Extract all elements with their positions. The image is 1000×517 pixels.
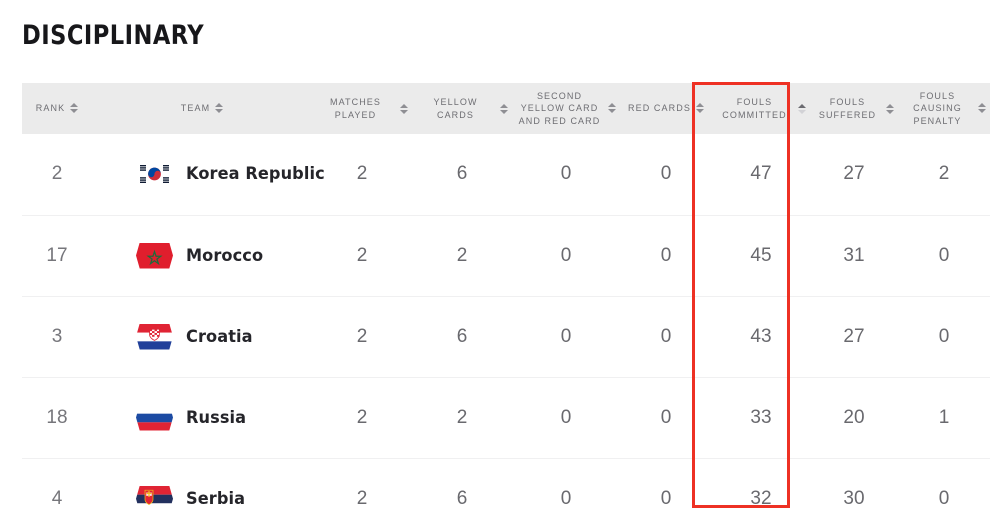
flag-serbia-icon <box>136 486 173 512</box>
column-header-team[interactable]: TEAM <box>92 83 312 134</box>
column-header-second_yellow[interactable]: SECOND YELLOW CARD AND RED CARD <box>512 83 620 134</box>
cell-second_yellow: 0 <box>512 296 620 377</box>
cell-red_cards: 0 <box>620 215 712 296</box>
sort-icon[interactable] <box>500 104 508 114</box>
sort-icon[interactable] <box>886 104 894 114</box>
cell-fouls_committed: 33 <box>712 377 810 458</box>
cell-fouls_penalty: 0 <box>898 458 990 517</box>
table-row[interactable]: 4 Serbia260032300 <box>22 458 990 517</box>
column-header-matches_played[interactable]: MATCHES PLAYED <box>312 83 412 134</box>
table-row[interactable]: 3 Croatia260043270 <box>22 296 990 377</box>
page-title: DISCIPLINARY <box>22 20 204 51</box>
cell-rank: 3 <box>22 296 92 377</box>
disciplinary-table-wrapper: RANK TEAM MATCHES PLAYED YELLOW CARDS SECOND… <box>22 83 990 517</box>
cell-fouls_suffered: 20 <box>810 377 898 458</box>
table-body: 2 Korea Republic26004727217 Morocco22004… <box>22 134 990 517</box>
table-row[interactable]: 18 Russia220033201 <box>22 377 990 458</box>
cell-fouls_committed: 47 <box>712 134 810 215</box>
team-name: Russia <box>186 408 246 428</box>
cell-team[interactable]: Korea Republic <box>92 134 312 215</box>
sort-icon[interactable] <box>978 103 986 113</box>
cell-fouls_suffered: 31 <box>810 215 898 296</box>
cell-yellow_cards: 6 <box>412 296 512 377</box>
cell-team[interactable]: Croatia <box>92 296 312 377</box>
cell-yellow_cards: 6 <box>412 134 512 215</box>
table-header-row: RANK TEAM MATCHES PLAYED YELLOW CARDS SECOND… <box>22 83 990 134</box>
cell-rank: 18 <box>22 377 92 458</box>
cell-fouls_penalty: 2 <box>898 134 990 215</box>
cell-fouls_committed: 43 <box>712 296 810 377</box>
column-header-red_cards[interactable]: RED CARDS <box>620 83 712 134</box>
cell-matches_played: 2 <box>312 377 412 458</box>
team-name: Morocco <box>186 246 263 266</box>
cell-fouls_committed: 32 <box>712 458 810 517</box>
team-name: Croatia <box>186 327 253 347</box>
sort-icon[interactable] <box>70 103 78 113</box>
column-header-fouls_suffered[interactable]: FOULS SUFFERED <box>810 83 898 134</box>
sort-icon[interactable] <box>608 103 616 113</box>
column-header-fouls_penalty[interactable]: FOULS CAUSING PENALTY <box>898 83 990 134</box>
flag-morocco-icon <box>136 243 173 269</box>
column-header-label-yellow_cards: YELLOW CARDS <box>416 96 495 120</box>
cell-matches_played: 2 <box>312 134 412 215</box>
cell-second_yellow: 0 <box>512 215 620 296</box>
cell-fouls_suffered: 30 <box>810 458 898 517</box>
cell-second_yellow: 0 <box>512 458 620 517</box>
column-header-yellow_cards[interactable]: YELLOW CARDS <box>412 83 512 134</box>
disciplinary-table: RANK TEAM MATCHES PLAYED YELLOW CARDS SECOND… <box>22 83 990 517</box>
cell-yellow_cards: 2 <box>412 377 512 458</box>
cell-second_yellow: 0 <box>512 134 620 215</box>
cell-red_cards: 0 <box>620 458 712 517</box>
column-header-label-second_yellow: SECOND YELLOW CARD AND RED CARD <box>516 90 603 126</box>
cell-red_cards: 0 <box>620 134 712 215</box>
cell-fouls_penalty: 0 <box>898 296 990 377</box>
sort-icon[interactable] <box>215 103 223 113</box>
table-row[interactable]: 2 Korea Republic260047272 <box>22 134 990 215</box>
sort-icon[interactable] <box>696 103 704 113</box>
cell-team[interactable]: Morocco <box>92 215 312 296</box>
sort-icon-active[interactable] <box>798 104 806 114</box>
cell-team[interactable]: Russia <box>92 377 312 458</box>
team-name: Korea Republic <box>186 164 325 184</box>
cell-team[interactable]: Serbia <box>92 458 312 517</box>
column-header-label-red_cards: RED CARDS <box>628 102 691 114</box>
cell-matches_played: 2 <box>312 215 412 296</box>
column-header-label-fouls_suffered: FOULS SUFFERED <box>814 96 881 120</box>
cell-fouls_penalty: 1 <box>898 377 990 458</box>
column-header-label-rank: RANK <box>36 102 65 114</box>
column-header-rank[interactable]: RANK <box>22 83 92 134</box>
column-header-label-fouls_committed: FOULS COMMITTED <box>716 96 793 120</box>
cell-yellow_cards: 2 <box>412 215 512 296</box>
cell-fouls_committed: 45 <box>712 215 810 296</box>
column-header-fouls_committed[interactable]: FOULS COMMITTED <box>712 83 810 134</box>
cell-fouls_suffered: 27 <box>810 296 898 377</box>
cell-yellow_cards: 6 <box>412 458 512 517</box>
disciplinary-page: DISCIPLINARY RANK TEAM MATCHES PLAYED YELLO… <box>0 0 1000 517</box>
table-header: RANK TEAM MATCHES PLAYED YELLOW CARDS SECOND… <box>22 83 990 134</box>
cell-rank: 2 <box>22 134 92 215</box>
cell-red_cards: 0 <box>620 377 712 458</box>
column-header-label-matches_played: MATCHES PLAYED <box>316 96 395 120</box>
cell-rank: 17 <box>22 215 92 296</box>
table-row[interactable]: 17 Morocco220045310 <box>22 215 990 296</box>
cell-fouls_penalty: 0 <box>898 215 990 296</box>
team-name: Serbia <box>186 489 245 509</box>
cell-matches_played: 2 <box>312 296 412 377</box>
sort-icon[interactable] <box>400 104 408 114</box>
cell-red_cards: 0 <box>620 296 712 377</box>
column-header-label-team: TEAM <box>181 102 210 114</box>
column-header-label-fouls_penalty: FOULS CAUSING PENALTY <box>902 90 973 126</box>
cell-second_yellow: 0 <box>512 377 620 458</box>
flag-korea-republic-icon <box>136 161 173 187</box>
flag-russia-icon <box>136 405 173 431</box>
cell-rank: 4 <box>22 458 92 517</box>
flag-croatia-icon <box>136 324 173 350</box>
cell-fouls_suffered: 27 <box>810 134 898 215</box>
cell-matches_played: 2 <box>312 458 412 517</box>
